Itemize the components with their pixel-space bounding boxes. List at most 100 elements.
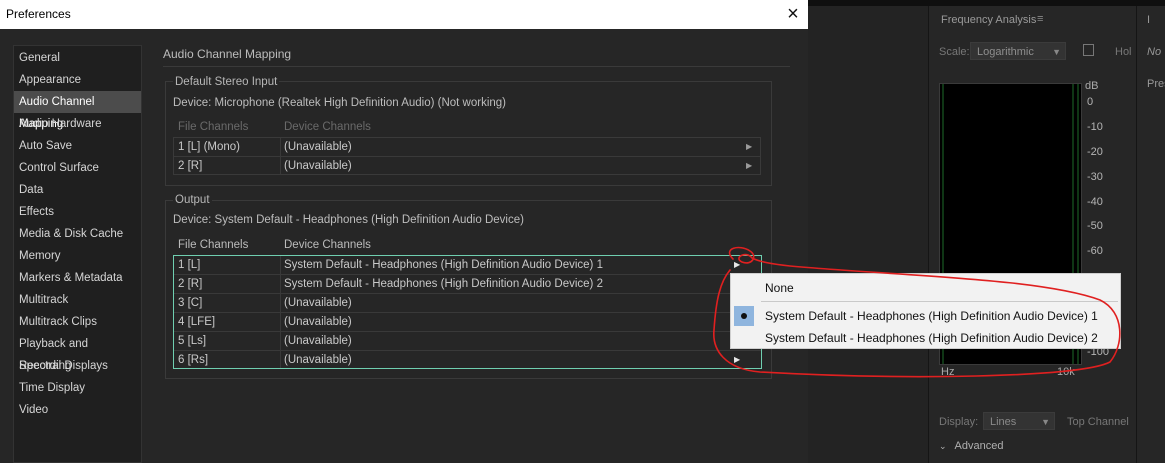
db-tick: -50 xyxy=(1087,220,1103,232)
table-row[interactable]: 6 [Rs] (Unavailable) ▶ xyxy=(174,351,761,370)
preferences-dialog: Preferences × General Appearance Audio C… xyxy=(0,0,808,463)
dropdown-arrow-icon[interactable]: ▶ xyxy=(746,161,752,170)
display-select-value: Lines xyxy=(990,416,1017,428)
db-tick: -60 xyxy=(1087,245,1103,257)
input-col-device-channels: Device Channels xyxy=(284,121,371,133)
device-channel-cell: (Unavailable) xyxy=(284,316,352,328)
sidebar-item-auto-save[interactable]: Auto Save xyxy=(14,135,141,157)
dropdown-arrow-icon[interactable]: ▶ xyxy=(746,142,752,151)
chevron-down-icon: ▼ xyxy=(1052,47,1061,57)
advanced-label: Advanced xyxy=(954,440,1004,452)
preferences-sidebar: General Appearance Audio Channel Mapping… xyxy=(13,45,142,463)
chevron-down-icon: ⌄ xyxy=(939,441,947,451)
right-panel-tab[interactable]: I xyxy=(1147,14,1150,26)
close-icon[interactable]: × xyxy=(778,2,808,26)
bullet-icon xyxy=(741,313,747,319)
sidebar-item-playback-recording[interactable]: Playback and Recording xyxy=(14,333,141,372)
dropdown-arrow-icon[interactable]: ▶ xyxy=(734,355,740,364)
scale-select-value: Logarithmic xyxy=(977,46,1034,58)
frequency-analysis-panel: Frequency Analysis ≡ Scale: Logarithmic … xyxy=(928,6,1137,463)
menu-item-headphones-1[interactable]: System Default - Headphones (High Defini… xyxy=(731,306,1120,326)
menu-divider xyxy=(761,301,1118,302)
top-channel-label: Top Channel xyxy=(1067,416,1129,428)
scale-label: Scale: xyxy=(939,46,970,58)
right-panel-value: No xyxy=(1147,46,1162,58)
sidebar-item-time-display[interactable]: Time Display xyxy=(14,377,141,399)
sidebar-item-media-disk-cache[interactable]: Media & Disk Cache xyxy=(14,223,141,245)
output-mapping-table: 1 [L] System Default - Headphones (High … xyxy=(173,255,762,369)
panel-menu-icon[interactable]: ≡ xyxy=(1037,13,1043,25)
menu-item-label: None xyxy=(765,281,794,295)
db-tick: -10 xyxy=(1087,121,1103,133)
sidebar-item-control-surface[interactable]: Control Surface xyxy=(14,157,141,179)
file-channel-cell: 2 [R] xyxy=(178,160,203,172)
dropdown-arrow-icon[interactable]: ▶ xyxy=(734,260,740,269)
right-panel-presets[interactable]: Pres xyxy=(1147,78,1165,90)
file-channel-cell: 4 [LFE] xyxy=(178,316,216,328)
chevron-down-icon: ▼ xyxy=(1041,417,1050,427)
scale-select[interactable]: Logarithmic ▼ xyxy=(970,42,1066,60)
menu-item-label: System Default - Headphones (High Defini… xyxy=(765,331,1098,345)
page-title: Audio Channel Mapping xyxy=(163,47,292,61)
device-channel-cell: (Unavailable) xyxy=(284,160,352,172)
right-panel: I No Pres xyxy=(1136,6,1165,463)
sidebar-item-audio-channel-mapping[interactable]: Audio Channel Mapping xyxy=(14,91,141,130)
display-label: Display: xyxy=(939,416,979,428)
advanced-toggle[interactable]: ⌄ Advanced xyxy=(939,440,1003,452)
copy-icon[interactable] xyxy=(1083,44,1094,56)
hold-label[interactable]: Hol xyxy=(1115,46,1132,58)
table-row[interactable]: 1 [L] System Default - Headphones (High … xyxy=(174,256,761,275)
db-tick: 0 xyxy=(1087,96,1094,108)
table-row[interactable]: 2 [R] System Default - Headphones (High … xyxy=(174,275,761,294)
table-row[interactable]: 1 [L] (Mono) (Unavailable) ▶ xyxy=(174,138,760,157)
file-channel-cell: 1 [L] (Mono) xyxy=(178,141,240,153)
sidebar-item-appearance[interactable]: Appearance xyxy=(14,69,141,91)
sidebar-item-multitrack[interactable]: Multitrack xyxy=(14,289,141,311)
input-group-title: Default Stereo Input xyxy=(173,76,280,88)
x-axis-start-label: Hz xyxy=(941,366,955,378)
frequency-analysis-title: Frequency Analysis xyxy=(941,14,1037,26)
sidebar-item-markers-metadata[interactable]: Markers & Metadata xyxy=(14,267,141,289)
sidebar-item-general[interactable]: General xyxy=(14,47,141,69)
sidebar-item-multitrack-clips[interactable]: Multitrack Clips xyxy=(14,311,141,333)
device-channel-cell: System Default - Headphones (High Defini… xyxy=(284,278,603,290)
menu-item-label: System Default - Headphones (High Defini… xyxy=(765,309,1098,323)
sidebar-item-memory[interactable]: Memory xyxy=(14,245,141,267)
table-row[interactable]: 3 [C] (Unavailable) xyxy=(174,294,761,313)
output-device-label: Device: System Default - Headphones (Hig… xyxy=(173,214,524,226)
input-mapping-table: 1 [L] (Mono) (Unavailable) ▶ 2 [R] (Unav… xyxy=(173,137,761,175)
db-unit-label: dB xyxy=(1085,80,1099,92)
dialog-title: Preferences xyxy=(6,7,71,21)
table-row[interactable]: 4 [LFE] (Unavailable) xyxy=(174,313,761,332)
sidebar-item-audio-hardware[interactable]: Audio Hardware xyxy=(14,113,141,135)
sidebar-item-video[interactable]: Video xyxy=(14,399,141,421)
table-row[interactable]: 2 [R] (Unavailable) ▶ xyxy=(174,157,760,176)
display-select[interactable]: Lines ▼ xyxy=(983,412,1055,430)
sidebar-item-effects[interactable]: Effects xyxy=(14,201,141,223)
db-tick: -40 xyxy=(1087,196,1103,208)
divider xyxy=(163,66,790,67)
device-channel-cell: (Unavailable) xyxy=(284,297,352,309)
output-col-device-channels: Device Channels xyxy=(284,239,371,251)
input-col-file-channels: File Channels xyxy=(178,121,249,133)
sidebar-item-data[interactable]: Data xyxy=(14,179,141,201)
menu-item-none[interactable]: None xyxy=(731,278,1120,298)
sidebar-item-spectral-displays[interactable]: Spectral Displays xyxy=(14,355,141,377)
file-channel-cell: 6 [Rs] xyxy=(178,354,209,366)
selection-indicator xyxy=(734,306,754,326)
file-channel-cell: 2 [R] xyxy=(178,278,203,290)
x-axis-end-label: 10k xyxy=(1057,366,1075,378)
db-tick: -30 xyxy=(1087,171,1103,183)
menu-item-headphones-2[interactable]: System Default - Headphones (High Defini… xyxy=(731,328,1120,348)
table-row[interactable]: 5 [Ls] (Unavailable) xyxy=(174,332,761,351)
output-group-title: Output xyxy=(173,194,212,206)
output-col-file-channels: File Channels xyxy=(178,239,249,251)
device-channel-cell: (Unavailable) xyxy=(284,141,352,153)
input-device-label: Device: Microphone (Realtek High Definit… xyxy=(173,97,507,109)
file-channel-cell: 1 [L] xyxy=(178,259,201,271)
device-channel-cell: (Unavailable) xyxy=(284,354,352,366)
device-channel-cell: (Unavailable) xyxy=(284,335,352,347)
device-channel-cell: System Default - Headphones (High Defini… xyxy=(284,259,603,271)
background-app: Frequency Analysis ≡ Scale: Logarithmic … xyxy=(808,0,1165,463)
device-channel-dropdown-menu: None System Default - Headphones (High D… xyxy=(730,273,1121,349)
